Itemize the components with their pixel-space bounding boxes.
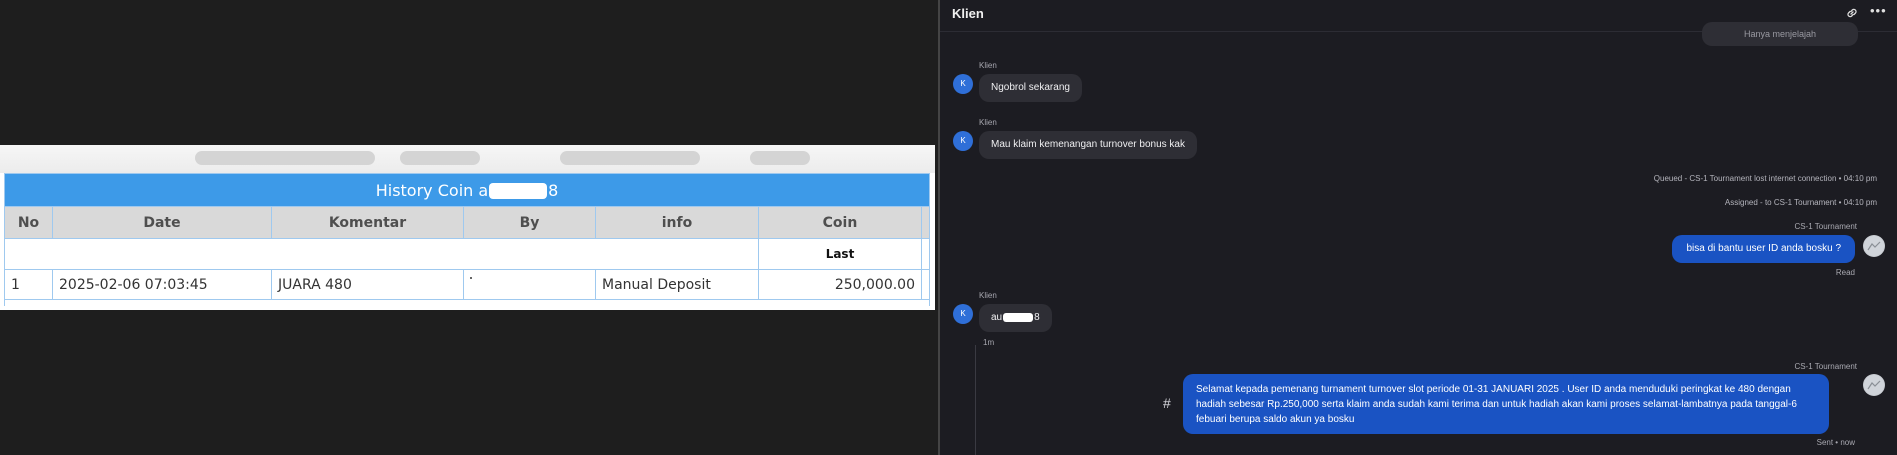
subheader-blank xyxy=(4,238,759,270)
system-message: Queued - CS-1 Tournament lost internet c… xyxy=(1653,174,1877,183)
cell-komentar: JUARA 480 xyxy=(271,269,464,300)
status-pill: Hanya menjelajah xyxy=(1702,22,1858,46)
message-time: 1m xyxy=(983,338,995,347)
sender-label: Klien xyxy=(979,61,997,70)
table-title: History Coin a8 xyxy=(3,173,931,207)
message-status: Read xyxy=(1835,268,1855,277)
more-options-icon[interactable]: ••• xyxy=(1870,3,1887,18)
redaction-mask xyxy=(1003,312,1034,322)
sender-label: Klien xyxy=(979,118,997,127)
client-avatar: K xyxy=(953,131,973,151)
column-header-no: No xyxy=(4,206,53,239)
panel-header-decoration xyxy=(0,145,935,173)
message-bubble-agent: bisa di bantu user ID anda bosku ? xyxy=(1672,235,1855,263)
admin-screen: History Coin a8 No Date Komentar By info… xyxy=(0,0,938,455)
client-avatar: K xyxy=(953,304,973,324)
agent-avatar xyxy=(1863,235,1885,257)
cell-no: 1 xyxy=(4,269,53,300)
cell-info: Manual Deposit xyxy=(595,269,759,300)
column-header-komentar: Komentar xyxy=(271,206,464,239)
column-header-date: Date xyxy=(52,206,272,239)
table-row: 1 2025-02-06 07:03:45 JUARA 480 Manual D… xyxy=(4,269,931,300)
history-coin-panel: History Coin a8 No Date Komentar By info… xyxy=(0,145,935,310)
column-header-coin: Coin xyxy=(758,206,922,239)
sender-label: CS-1 Tournament xyxy=(1794,222,1857,231)
cell-mark xyxy=(470,276,472,279)
message-bubble-agent: Selamat kepada pemenang turnament turnov… xyxy=(1183,374,1829,434)
chat-panel: Klien ••• Hanya menjelajah Klien K Ngobr… xyxy=(940,0,1897,455)
column-header-extra xyxy=(920,206,931,239)
client-avatar: K xyxy=(953,74,973,94)
message-bubble-client: Mau klaim kemenangan turnover bonus kak xyxy=(979,131,1197,159)
hash-icon[interactable]: # xyxy=(1163,395,1171,411)
link-icon[interactable] xyxy=(1845,6,1859,20)
sender-label: Klien xyxy=(979,291,997,300)
column-header-info: info xyxy=(595,206,759,239)
sender-label: CS-1 Tournament xyxy=(1794,362,1857,371)
message-status: Sent • now xyxy=(1816,438,1855,447)
system-message: Assigned - to CS-1 Tournament • 04:10 pm xyxy=(1724,198,1877,207)
cell-by xyxy=(463,269,596,300)
message-bubble-client: au 8 xyxy=(979,304,1052,332)
chat-title: Klien xyxy=(952,6,984,21)
agent-avatar xyxy=(1863,374,1885,396)
thread-line xyxy=(975,345,976,455)
subheader-last: Last xyxy=(758,238,922,270)
redaction-mask xyxy=(489,183,548,199)
message-bubble-client: Ngobrol sekarang xyxy=(979,74,1082,102)
column-header-by: By xyxy=(463,206,596,239)
cell-date: 2025-02-06 07:03:45 xyxy=(52,269,272,300)
cell-coin: 250,000.00 xyxy=(758,269,922,300)
history-coin-table: History Coin a8 No Date Komentar By info… xyxy=(3,173,931,306)
